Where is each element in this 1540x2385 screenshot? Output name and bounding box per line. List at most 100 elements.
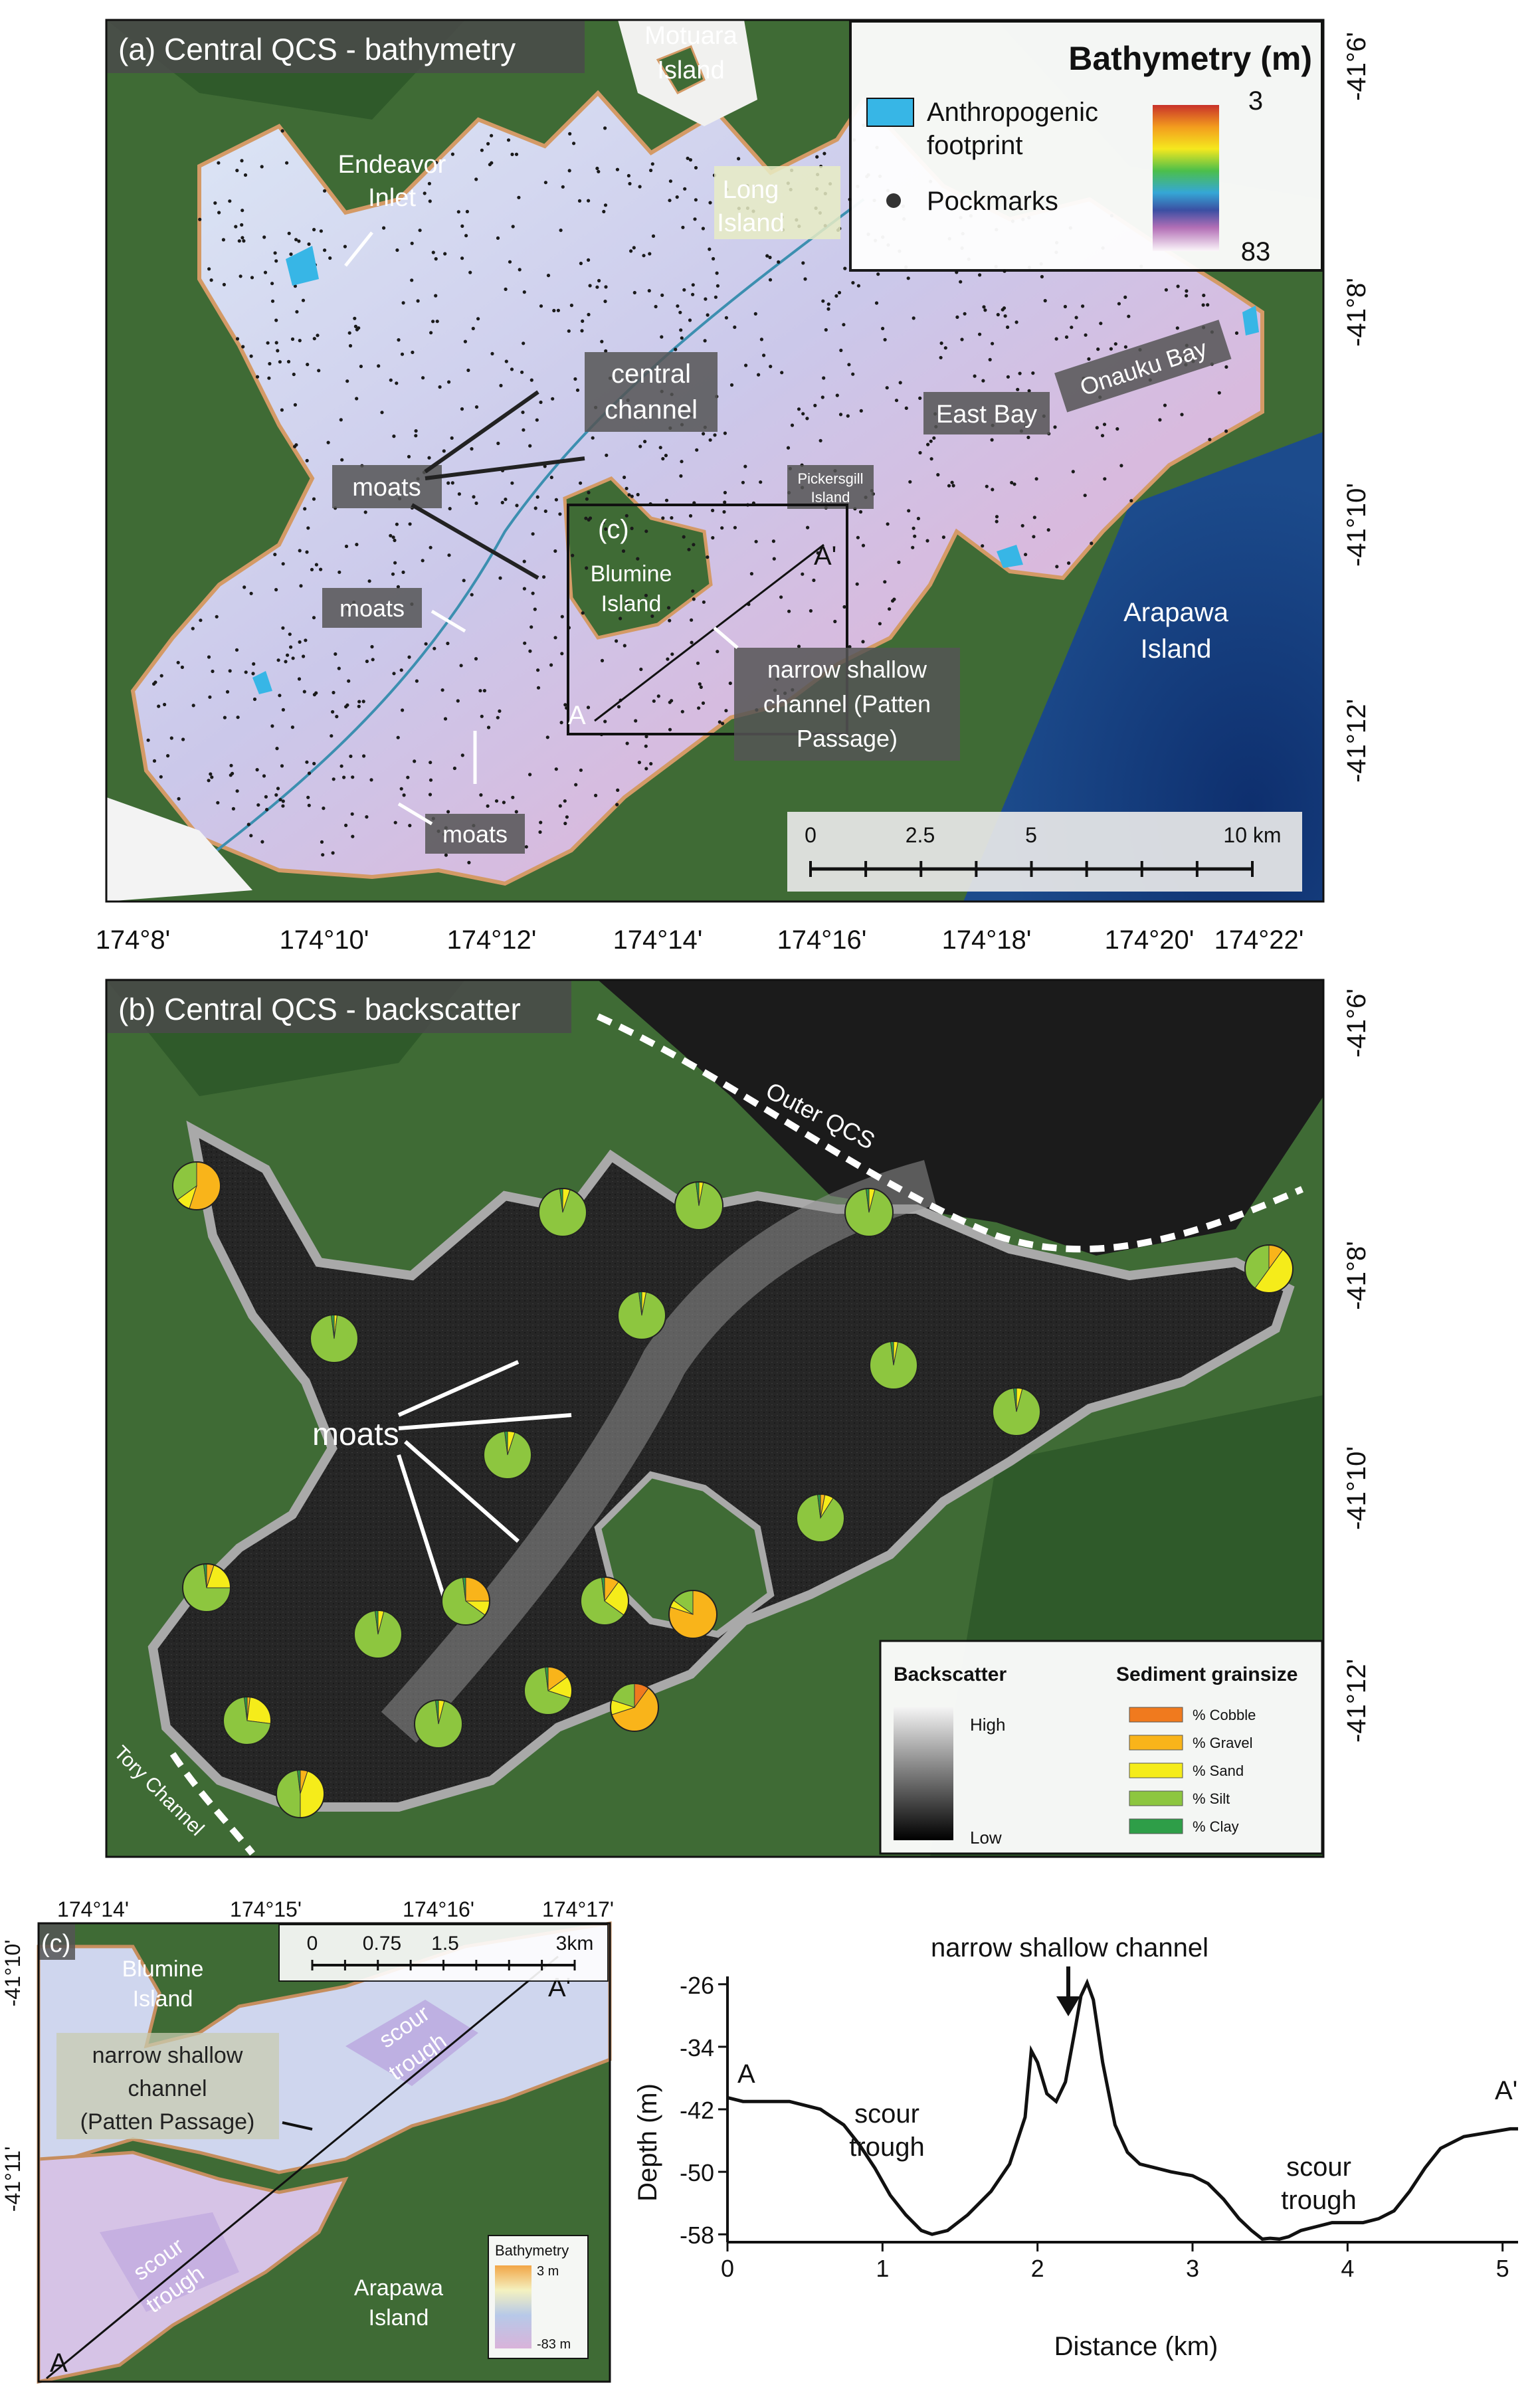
arapawa-label: Arapawa <box>1123 598 1229 627</box>
pockmark <box>586 706 591 710</box>
lat-label-b: -41°10' <box>1342 1446 1371 1530</box>
c-scale-label: 1.5 <box>431 1933 459 1955</box>
pockmark <box>713 433 717 437</box>
pockmark <box>632 246 636 250</box>
pockmark <box>339 418 343 422</box>
pockmark <box>265 808 269 812</box>
pockmark <box>675 195 679 199</box>
pockmark <box>274 259 278 263</box>
pockmark <box>913 534 917 538</box>
pockmark <box>236 716 240 719</box>
pockmark <box>536 686 541 690</box>
c-arapawa-label: Arapawa <box>354 2275 443 2301</box>
pockmark <box>568 132 572 136</box>
pockmark <box>818 438 822 442</box>
pockmark <box>695 448 699 452</box>
pockmark <box>456 699 460 703</box>
pockmark <box>429 331 433 335</box>
pockmark <box>892 597 896 601</box>
pockmark <box>474 657 478 661</box>
pockmark <box>628 181 632 186</box>
pockmark <box>876 272 880 276</box>
pockmark <box>708 438 712 442</box>
pockmark <box>1103 477 1107 481</box>
pockmark <box>824 328 828 332</box>
pockmark <box>276 787 280 791</box>
c-scale-label: 3km <box>556 1933 594 1955</box>
pockmark <box>427 456 431 460</box>
pockmark <box>348 343 353 348</box>
c-legend-title: Bathymetry <box>495 2242 569 2259</box>
pockmark <box>815 155 819 159</box>
pockmark <box>703 339 707 343</box>
pockmark <box>621 549 626 553</box>
pockmark <box>274 588 278 592</box>
pockmark <box>498 709 502 713</box>
pockmark <box>407 655 411 659</box>
pockmark <box>1043 299 1047 303</box>
pockmark <box>660 293 664 297</box>
scale-bar-a: 0 2.5 5 10 km <box>787 812 1302 892</box>
inset-c-label: (c) <box>598 515 629 544</box>
pockmark <box>524 845 528 849</box>
pockmark <box>1201 303 1205 307</box>
x-axis-label: Distance (km) <box>1054 2332 1218 2361</box>
pockmark <box>837 290 842 295</box>
pockmark <box>314 563 318 567</box>
pockmark <box>467 860 471 864</box>
pockmark <box>199 619 203 622</box>
pockmark <box>543 181 548 185</box>
pockmark <box>448 507 452 511</box>
pockmark <box>523 641 527 645</box>
pockmark <box>152 759 157 763</box>
pockmark <box>929 457 933 461</box>
pockmark <box>1071 470 1075 474</box>
pockmark <box>474 501 478 506</box>
pockmark <box>520 370 524 374</box>
pockmark <box>851 372 855 376</box>
pockmark <box>355 328 359 332</box>
pockmark <box>280 408 284 412</box>
pockmark <box>821 299 825 303</box>
pockmark <box>499 383 503 388</box>
pockmark <box>496 236 500 240</box>
pockmark <box>522 587 527 591</box>
pockmark <box>729 383 734 387</box>
pockmark-symbol <box>886 193 901 208</box>
pockmark <box>321 853 325 857</box>
pockmark <box>222 282 226 286</box>
pockmark <box>797 407 801 411</box>
pockmark <box>982 305 986 309</box>
pockmark <box>299 584 303 588</box>
pockmark <box>1217 391 1221 395</box>
pockmark <box>241 209 244 213</box>
y-tick-label: -34 <box>680 2034 714 2061</box>
pockmark <box>797 644 801 648</box>
pockmark <box>939 341 943 345</box>
pockmark <box>288 632 292 636</box>
pockmark <box>597 169 601 173</box>
pockmark <box>392 672 396 676</box>
pockmark <box>1046 528 1050 532</box>
pockmark <box>408 522 412 526</box>
pockmark <box>683 187 687 191</box>
motuara-label: Island <box>657 56 724 84</box>
pockmark <box>571 553 575 557</box>
pockmark <box>286 359 291 364</box>
pockmark <box>813 403 817 408</box>
pockmark <box>699 685 703 689</box>
pockmark <box>528 444 532 448</box>
pockmark <box>345 379 349 383</box>
pockmark <box>581 319 585 323</box>
anthro-label: Anthropogenic <box>927 98 1098 127</box>
c-lon-label: 174°17' <box>542 1897 614 1921</box>
pockmark <box>235 789 239 793</box>
pockmark <box>718 720 722 724</box>
pockmark <box>563 821 567 826</box>
pockmark <box>769 365 773 369</box>
pockmark <box>838 413 843 417</box>
pockmark <box>215 615 219 619</box>
pockmark <box>692 597 696 601</box>
pockmark <box>290 725 294 729</box>
pockmark <box>820 395 824 399</box>
